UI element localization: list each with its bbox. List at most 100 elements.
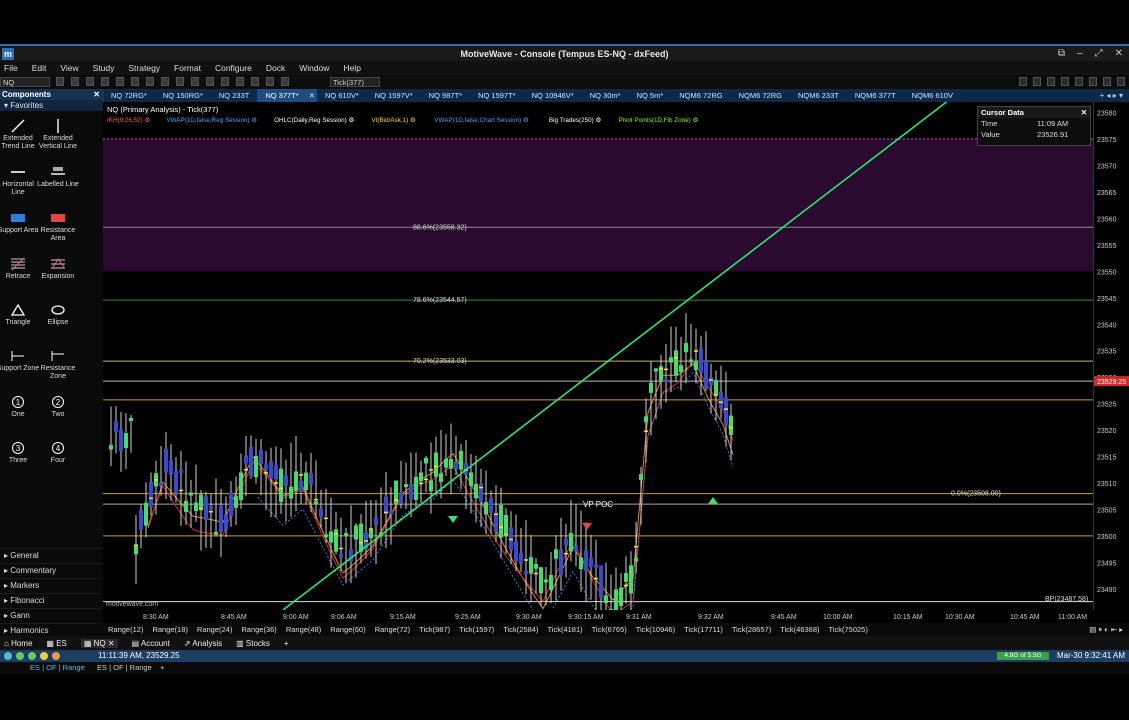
tab-chart-14[interactable]: NQM6 377T — [847, 89, 904, 102]
tool-one[interactable]: 1 One — [0, 395, 40, 419]
range-button[interactable]: Tick(75025) — [829, 625, 868, 634]
range-button[interactable]: Tick(10946) — [636, 625, 675, 634]
snap-icon[interactable]: ⧉ — [1058, 48, 1065, 59]
tool-extended-trend-line[interactable]: Extended Trend Line — [0, 119, 40, 151]
tab-account[interactable]: ▤ Account — [132, 639, 170, 648]
palette-icon[interactable] — [1047, 77, 1055, 86]
category-gann[interactable]: ▸ Gann — [0, 608, 102, 621]
tab-chart-4[interactable]: NQ 610V* — [317, 89, 367, 102]
tab-chart-9[interactable]: NQ 30m* — [582, 89, 629, 102]
draw-icon[interactable] — [266, 77, 274, 86]
study-label[interactable]: VI(Bid/Ask,1) ⚙ — [371, 117, 415, 124]
tab-chart-2[interactable]: NQ 233T — [211, 89, 257, 102]
range-controls-icon[interactable]: ▤ ⏸ ◐ ⇤ ▸ — [1089, 625, 1129, 635]
tab-analysis[interactable]: ⇗ Analysis — [184, 639, 222, 648]
tool-four[interactable]: 4 Four — [36, 441, 80, 465]
close-all-icon[interactable] — [1089, 77, 1097, 86]
category-fibonacci[interactable]: ▸ Fibonacci — [0, 593, 102, 606]
close-icon[interactable]: ✕ — [1115, 48, 1123, 59]
category-general[interactable]: ▸ General — [0, 548, 102, 561]
tool-extended-vertical-line[interactable]: Extended Vertical Line — [36, 119, 80, 151]
search-icon[interactable] — [56, 77, 64, 86]
range-button[interactable]: Range(60) — [330, 625, 365, 634]
refresh-icon[interactable] — [1103, 77, 1111, 86]
pointer-icon[interactable] — [176, 77, 184, 86]
maximize-icon[interactable]: ⤢ — [1095, 48, 1103, 59]
tab-stocks[interactable]: ▥ Stocks — [236, 639, 270, 648]
favorites-header[interactable]: ▾ Favorites — [0, 100, 103, 111]
category-markers[interactable]: ▸ Markers — [0, 578, 102, 591]
close-panel-icon[interactable]: ✕ — [93, 89, 100, 100]
range-button[interactable]: Tick(28657) — [732, 625, 771, 634]
tab-scroll-icon[interactable]: + ◂ ▸ ▾ — [1100, 89, 1123, 102]
tab-es[interactable]: ▦ ES — [46, 639, 66, 648]
add-tab-icon[interactable]: + — [284, 639, 289, 648]
range-button[interactable]: Tick(46368) — [780, 625, 819, 634]
layout-tab-2[interactable]: ES | OF | Range — [97, 663, 152, 672]
tab-chart-10[interactable]: NQ 5m* — [629, 89, 672, 102]
add-layout-icon[interactable]: + — [160, 663, 164, 672]
study-label[interactable]: VWAP(1D,false,Chart Session) ⚙ — [434, 117, 528, 124]
range-button[interactable]: Range(18) — [152, 625, 187, 634]
grid-icon[interactable] — [1033, 77, 1041, 86]
tab-chart-1[interactable]: NQ 150RG* — [155, 89, 211, 102]
tab-chart-12[interactable]: NQM6 72RG — [731, 89, 790, 102]
tab-chart-7[interactable]: NQ 1597T* — [470, 89, 524, 102]
range-button[interactable]: Range(48) — [286, 625, 321, 634]
menu-view[interactable]: View — [60, 63, 78, 73]
magnet-icon[interactable] — [281, 77, 289, 86]
study-label[interactable]: Pivot Points(1D,Fib Zone) ⚙ — [619, 117, 699, 124]
settings-icon[interactable] — [1117, 77, 1125, 86]
tool-support-area[interactable]: Support Area — [0, 211, 40, 235]
lock-icon[interactable] — [1061, 77, 1069, 86]
tab-chart-11[interactable]: NQM6 72RG — [671, 89, 730, 102]
menu-study[interactable]: Study — [93, 63, 115, 73]
tab-chart-8[interactable]: NQ 10946V* — [524, 89, 582, 102]
tab-chart-6[interactable]: NQ 987T* — [421, 89, 470, 102]
layout-icon[interactable] — [71, 77, 79, 86]
range-button[interactable]: Range(12) — [108, 625, 143, 634]
menu-dock[interactable]: Dock — [266, 63, 285, 73]
range-button[interactable]: Range(24) — [197, 625, 232, 634]
save-icon[interactable] — [101, 77, 109, 86]
tool-horizontal-line[interactable]: Horizontal Line — [0, 165, 40, 197]
range-button[interactable]: Range(72) — [375, 625, 410, 634]
open-icon[interactable] — [116, 77, 124, 86]
range-button[interactable]: Tick(1597) — [459, 625, 494, 634]
range-button[interactable]: Tick(4181) — [547, 625, 582, 634]
menu-file[interactable]: File — [4, 63, 18, 73]
tool-labelled-line[interactable]: Labelled Line — [36, 165, 80, 189]
range-button[interactable]: Tick(2584) — [503, 625, 538, 634]
category-commentary[interactable]: ▸ Commentary — [0, 563, 102, 576]
tab-chart-15[interactable]: NQM6 610V — [904, 89, 961, 102]
zoom-icon[interactable] — [191, 77, 199, 86]
range-button[interactable]: Tick(6765) — [592, 625, 627, 634]
tool-triangle[interactable]: Triangle — [0, 303, 40, 327]
symbol-select[interactable]: NQ — [0, 77, 50, 87]
price-chart[interactable]: 88.6%(23558.32) 78.6%(23544.57) 70.2%(2353… — [103, 96, 1093, 631]
tab-home[interactable]: ⌂ Home — [4, 639, 32, 648]
barsize-select[interactable]: Tick(377) — [330, 77, 380, 87]
minimize-icon[interactable]: – — [1077, 48, 1083, 59]
menu-help[interactable]: Help — [343, 63, 360, 73]
menu-window[interactable]: Window — [299, 63, 329, 73]
close-cursor-data-icon[interactable]: ✕ — [1081, 108, 1087, 117]
undo-icon[interactable] — [146, 77, 154, 86]
tool-ellipse[interactable]: Ellipse — [36, 303, 80, 327]
tab-chart-3[interactable]: NQ 377T* — [257, 89, 307, 102]
new-icon[interactable] — [86, 77, 94, 86]
tab-nq[interactable]: ▦ NQ ✕ — [80, 638, 118, 648]
text-icon[interactable] — [251, 77, 259, 86]
layout-tab-1[interactable]: ES | OF | Range — [30, 663, 85, 672]
tab-chart-13[interactable]: NQM6 233T — [790, 89, 847, 102]
tool-icon[interactable] — [1019, 77, 1027, 86]
print-icon[interactable] — [131, 77, 139, 86]
chart-canvas[interactable]: 88.6%(23558.32) 78.6%(23544.57) 70.2%(2353… — [103, 96, 1093, 631]
study-label[interactable]: IKH(9,26,52) ⚙ — [107, 117, 150, 124]
pan-icon[interactable] — [206, 77, 214, 86]
menu-configure[interactable]: Configure — [215, 63, 252, 73]
link-icon[interactable] — [1075, 77, 1083, 86]
cursor-icon[interactable] — [236, 77, 244, 86]
range-button[interactable]: Tick(17711) — [684, 625, 723, 634]
tool-retrace[interactable]: Retrace — [0, 257, 40, 281]
